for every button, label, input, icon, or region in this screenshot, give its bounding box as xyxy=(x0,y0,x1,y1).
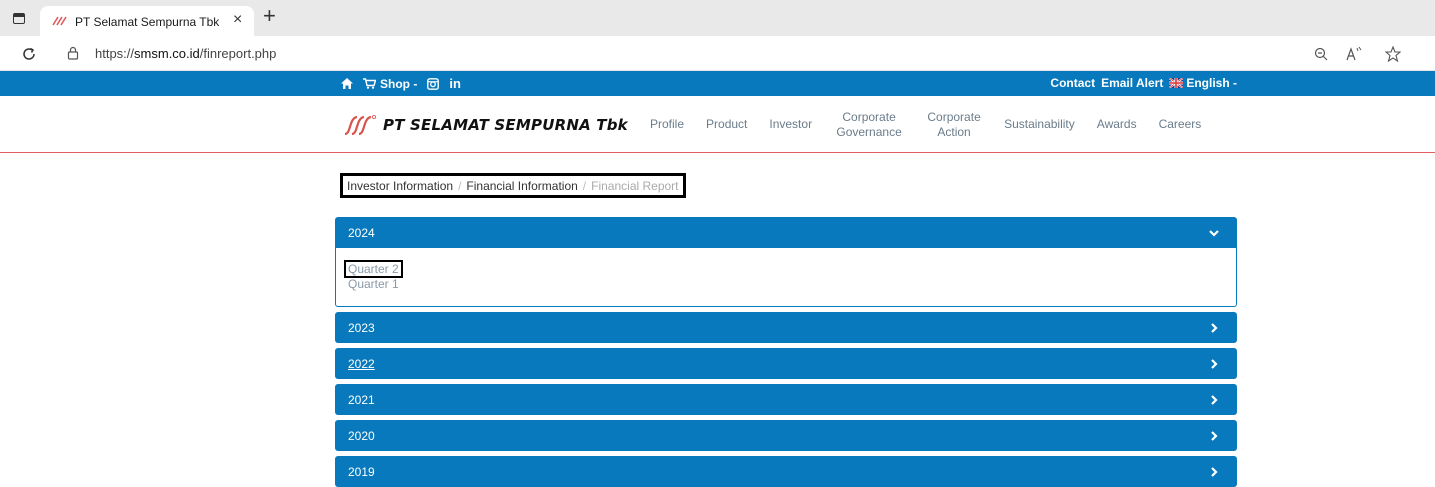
url-host: smsm.co.id xyxy=(134,46,200,61)
shop-label: Shop - xyxy=(380,76,418,91)
year-header-2019[interactable]: 2019 xyxy=(335,456,1237,487)
year-panel-2022: 2022 xyxy=(335,348,1237,379)
chevron-right-icon xyxy=(1211,358,1218,369)
cart-icon xyxy=(363,78,376,89)
nav-careers[interactable]: Careers xyxy=(1159,117,1202,132)
nav-product[interactable]: Product xyxy=(706,117,747,132)
nav-awards[interactable]: Awards xyxy=(1097,117,1137,132)
year-panel-2020: 2020 xyxy=(335,420,1237,451)
nav-corporate-governance[interactable]: Corporate Governance xyxy=(834,110,904,140)
chevron-right-icon xyxy=(1211,430,1218,441)
favorite-star-icon[interactable] xyxy=(1385,46,1401,62)
uk-flag-icon xyxy=(1169,78,1184,88)
breadcrumb-separator: / xyxy=(458,178,462,193)
url-field[interactable]: https://smsm.co.id/finreport.php xyxy=(95,46,276,61)
site-top-bar: Shop - in Contact Email Alert English - xyxy=(0,71,1435,96)
language-selector[interactable]: English - xyxy=(1169,76,1237,90)
breadcrumb-current: Financial Report xyxy=(591,178,679,193)
nav-profile[interactable]: Profile xyxy=(650,117,684,132)
breadcrumb-separator: / xyxy=(582,178,587,193)
year-label: 2024 xyxy=(348,225,375,240)
year-label: 2023 xyxy=(348,320,375,335)
browser-tab[interactable]: PT Selamat Sempurna Tbk × xyxy=(40,6,254,36)
zoom-out-icon[interactable] xyxy=(1314,47,1328,61)
nav-investor[interactable]: Investor xyxy=(769,117,812,132)
quarter-1-link[interactable]: Quarter 1 xyxy=(348,277,399,291)
year-body-2024: Quarter 2 Quarter 1 xyxy=(335,248,1237,307)
year-label: 2019 xyxy=(348,464,375,479)
read-aloud-icon[interactable] xyxy=(1346,46,1362,61)
main-navbar: PT SELAMAT SEMPURNA Tbk Profile Product … xyxy=(0,96,1435,153)
year-label: 2020 xyxy=(348,428,375,443)
year-panel-2021: 2021 xyxy=(335,384,1237,415)
chevron-right-icon xyxy=(1211,466,1218,477)
breadcrumb-financial-information[interactable]: Financial Information xyxy=(466,179,577,193)
home-icon[interactable] xyxy=(341,78,353,89)
year-label: 2021 xyxy=(348,392,375,407)
nav-corporate-action[interactable]: Corporate Action xyxy=(926,110,982,140)
company-name: PT SELAMAT SEMPURNA Tbk xyxy=(383,116,628,134)
email-alert-link[interactable]: Email Alert xyxy=(1101,76,1163,90)
year-header-2022[interactable]: 2022 xyxy=(335,348,1237,379)
chevron-right-icon xyxy=(1211,394,1218,405)
year-label: 2022 xyxy=(348,356,375,371)
site-favicon-icon xyxy=(52,16,67,26)
url-prefix: https:// xyxy=(95,46,135,61)
linkedin-icon[interactable]: in xyxy=(449,76,461,91)
close-tab-icon[interactable]: × xyxy=(233,11,242,29)
quarter-2-link[interactable]: Quarter 2 xyxy=(344,260,403,278)
tab-title: PT Selamat Sempurna Tbk xyxy=(75,15,220,29)
new-tab-icon[interactable]: + xyxy=(263,5,276,27)
shop-menu[interactable]: Shop - xyxy=(363,77,417,91)
year-header-2020[interactable]: 2020 xyxy=(335,420,1237,451)
year-header-2023[interactable]: 2023 xyxy=(335,312,1237,343)
instagram-icon[interactable] xyxy=(427,77,440,90)
address-bar: https://smsm.co.id/finreport.php xyxy=(0,36,1435,71)
chevron-right-icon xyxy=(1211,322,1218,333)
language-label: English - xyxy=(1186,76,1237,90)
reload-icon[interactable] xyxy=(21,46,37,62)
year-panel-2024: 2024 Quarter 2 Quarter 1 xyxy=(335,217,1237,307)
contact-link[interactable]: Contact xyxy=(1050,76,1095,90)
logo-mark-icon xyxy=(344,114,376,136)
year-panel-2023: 2023 xyxy=(335,312,1237,343)
year-header-2021[interactable]: 2021 xyxy=(335,384,1237,415)
year-header-2024[interactable]: 2024 xyxy=(335,217,1237,248)
site-logo[interactable]: PT SELAMAT SEMPURNA Tbk xyxy=(343,114,628,136)
lock-icon[interactable] xyxy=(66,45,80,61)
nav-sustainability[interactable]: Sustainability xyxy=(1004,117,1075,132)
url-path: /finreport.php xyxy=(199,46,277,61)
breadcrumb-investor-information[interactable]: Investor Information xyxy=(347,179,453,193)
breadcrumb: Investor Information / Financial Informa… xyxy=(340,173,686,198)
browser-tab-bar: PT Selamat Sempurna Tbk × + xyxy=(0,0,1435,36)
chevron-down-icon xyxy=(1209,229,1219,237)
tab-actions-icon[interactable] xyxy=(8,9,30,27)
year-panel-2019: 2019 xyxy=(335,456,1237,487)
